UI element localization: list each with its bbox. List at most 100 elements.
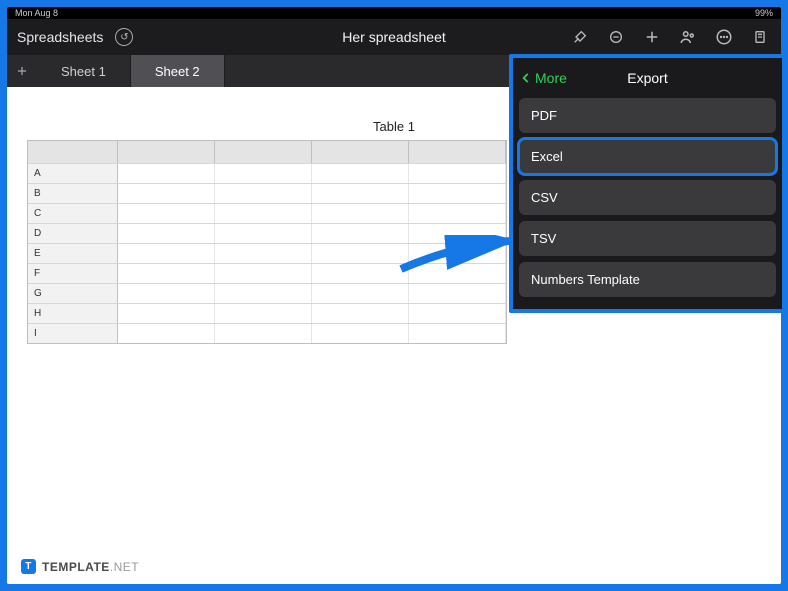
cell[interactable] (409, 264, 506, 283)
row-header[interactable]: H (28, 304, 118, 323)
cell[interactable] (409, 204, 506, 223)
undo-button[interactable]: ↺ (113, 26, 135, 48)
column-header[interactable] (409, 141, 506, 163)
chevron-left-icon (519, 71, 533, 85)
cell[interactable] (409, 324, 506, 343)
cell[interactable] (312, 304, 409, 323)
column-header[interactable] (312, 141, 409, 163)
popover-back-label: More (535, 70, 567, 86)
undo-icon: ↺ (115, 28, 133, 46)
grid-corner[interactable] (28, 141, 118, 163)
filter-icon[interactable] (605, 26, 627, 48)
cell[interactable] (215, 284, 312, 303)
row-header[interactable]: B (28, 184, 118, 203)
export-option-numbers-template[interactable]: Numbers Template (519, 262, 776, 297)
sheet-tab-2[interactable]: Sheet 2 (131, 55, 225, 87)
row-header[interactable]: D (28, 224, 118, 243)
row-header[interactable]: E (28, 244, 118, 263)
cell[interactable] (215, 244, 312, 263)
row-header[interactable]: C (28, 204, 118, 223)
column-header[interactable] (118, 141, 215, 163)
cell[interactable] (409, 284, 506, 303)
watermark-brand: TEMPLATE (42, 560, 110, 574)
cell[interactable] (215, 164, 312, 183)
table-row[interactable]: A (28, 163, 506, 183)
cell[interactable] (312, 284, 409, 303)
cell[interactable] (118, 244, 215, 263)
option-label: TSV (531, 231, 556, 246)
collaborate-icon[interactable] (677, 26, 699, 48)
cell[interactable] (409, 184, 506, 203)
cell[interactable] (312, 264, 409, 283)
more-icon[interactable] (713, 26, 735, 48)
document-icon[interactable] (749, 26, 771, 48)
export-option-pdf[interactable]: PDF (519, 98, 776, 133)
status-bar: Mon Aug 8 99% (7, 7, 781, 19)
cell[interactable] (215, 224, 312, 243)
status-right: 99% (755, 8, 773, 18)
tab-label: Sheet 2 (155, 64, 200, 79)
cell[interactable] (312, 204, 409, 223)
cell[interactable] (118, 304, 215, 323)
table-row[interactable]: C (28, 203, 506, 223)
option-label: Numbers Template (531, 272, 640, 287)
cell[interactable] (215, 184, 312, 203)
cell[interactable] (215, 264, 312, 283)
cell[interactable] (312, 224, 409, 243)
popover-header: More Export (519, 64, 776, 92)
spreadsheet-grid[interactable]: A B C D E F G H I (27, 140, 507, 344)
row-header[interactable]: G (28, 284, 118, 303)
main-toolbar: Spreadsheets ↺ Her spreadsheet (7, 19, 781, 55)
cell[interactable] (118, 264, 215, 283)
table-row[interactable]: F (28, 263, 506, 283)
document-title[interactable]: Her spreadsheet (342, 29, 446, 45)
table-row[interactable]: E (28, 243, 506, 263)
cell[interactable] (118, 284, 215, 303)
popover-title: Export (627, 70, 667, 86)
cell[interactable] (118, 184, 215, 203)
table-row[interactable]: H (28, 303, 506, 323)
table-row[interactable]: I (28, 323, 506, 343)
row-header[interactable]: A (28, 164, 118, 183)
option-label: Excel (531, 149, 563, 164)
table-row[interactable]: D (28, 223, 506, 243)
cell[interactable] (118, 164, 215, 183)
option-label: CSV (531, 190, 558, 205)
cell[interactable] (118, 224, 215, 243)
cell[interactable] (312, 164, 409, 183)
row-header[interactable]: I (28, 324, 118, 343)
tab-label: Sheet 1 (61, 64, 106, 79)
cell[interactable] (118, 204, 215, 223)
sheet-tab-1[interactable]: Sheet 1 (37, 55, 131, 87)
column-header[interactable] (215, 141, 312, 163)
cell[interactable] (312, 324, 409, 343)
cell[interactable] (409, 164, 506, 183)
cell[interactable] (215, 324, 312, 343)
watermark-suffix: .NET (110, 560, 139, 574)
cell[interactable] (118, 324, 215, 343)
cell[interactable] (409, 304, 506, 323)
option-label: PDF (531, 108, 557, 123)
brush-icon[interactable] (569, 26, 591, 48)
watermark: T TEMPLATE.NET (21, 559, 139, 574)
popover-back-button[interactable]: More (519, 70, 567, 86)
row-header[interactable]: F (28, 264, 118, 283)
cell[interactable] (215, 304, 312, 323)
cell[interactable] (312, 184, 409, 203)
table-row[interactable]: B (28, 183, 506, 203)
cell[interactable] (312, 244, 409, 263)
add-sheet-button[interactable] (7, 55, 37, 87)
export-option-tsv[interactable]: TSV (519, 221, 776, 256)
status-left: Mon Aug 8 (15, 8, 58, 18)
export-popover: More Export PDF Excel CSV TSV Numbers Te… (509, 54, 786, 313)
cell[interactable] (409, 244, 506, 263)
table-row[interactable]: G (28, 283, 506, 303)
cell[interactable] (215, 204, 312, 223)
export-option-csv[interactable]: CSV (519, 180, 776, 215)
back-to-spreadsheets[interactable]: Spreadsheets (17, 29, 103, 45)
cell[interactable] (409, 224, 506, 243)
column-header-row (28, 141, 506, 163)
export-option-excel[interactable]: Excel (519, 139, 776, 174)
add-icon[interactable] (641, 26, 663, 48)
watermark-logo-icon: T (21, 559, 36, 574)
